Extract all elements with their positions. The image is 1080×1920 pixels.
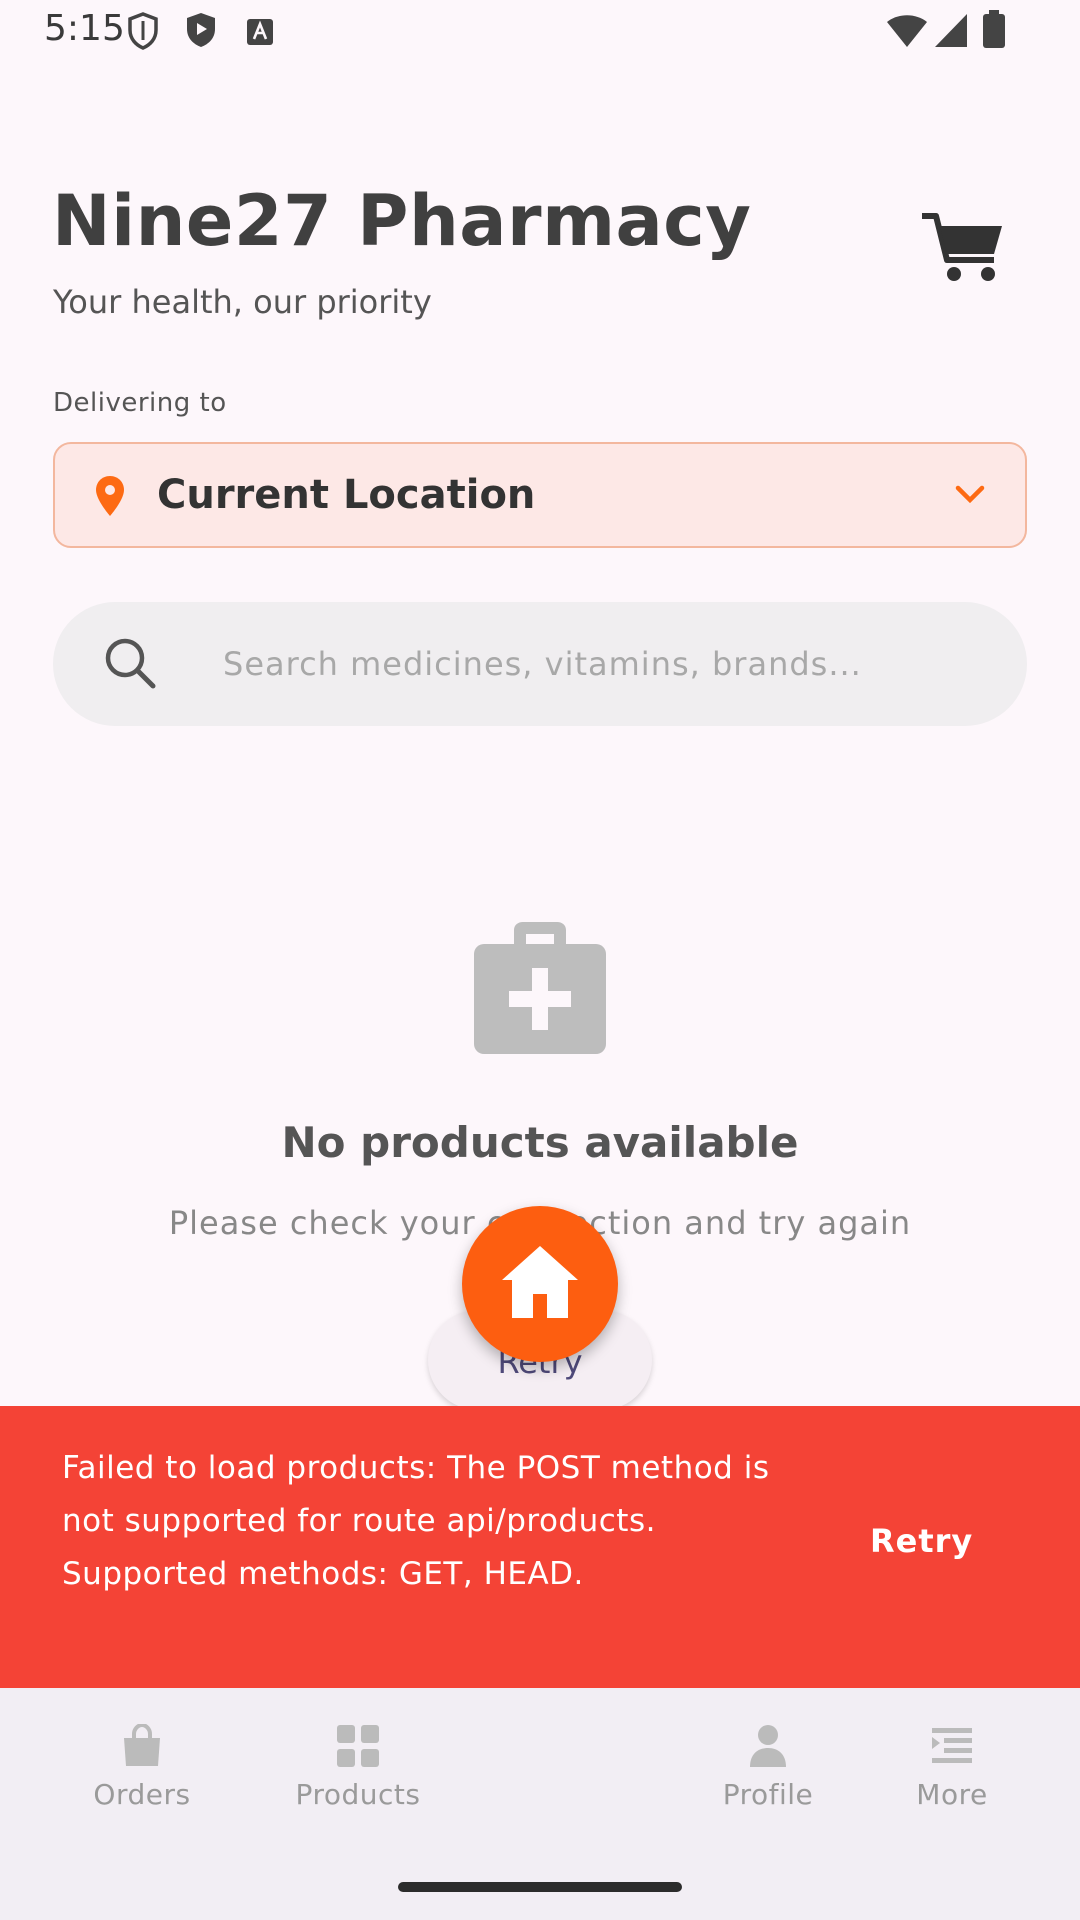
nav-item-orders[interactable]: Orders — [52, 1724, 232, 1811]
shield-outline-icon — [128, 12, 158, 50]
empty-state-title: No products available — [281, 1118, 799, 1167]
search-input[interactable] — [223, 602, 983, 726]
bag-icon — [124, 1724, 160, 1766]
nav-label-more: More — [916, 1778, 988, 1811]
nav-item-products[interactable]: Products — [268, 1724, 448, 1811]
snackbar-message: Failed to load products: The POST method… — [62, 1450, 770, 1592]
nav-label-products: Products — [295, 1778, 421, 1811]
page-subtitle: Your health, our priority — [53, 283, 432, 321]
person-icon — [750, 1725, 786, 1767]
nav-label-orders: Orders — [93, 1778, 191, 1811]
search-icon — [105, 638, 156, 689]
nav-label-profile: Profile — [722, 1778, 814, 1811]
snackbar-retry-button[interactable]: Retry — [870, 1522, 973, 1560]
app-screen: 5:15 Nine27 Pharmacy Your health, our pr… — [0, 0, 1080, 1920]
error-snackbar: Failed to load products: The POST method… — [0, 1406, 1080, 1688]
gesture-home-indicator[interactable] — [398, 1882, 682, 1892]
keyboard-a-icon — [247, 19, 273, 45]
chevron-down-icon — [955, 485, 985, 504]
status-bar: 5:15 — [0, 0, 1080, 64]
shield-play-icon — [187, 13, 215, 47]
location-selector[interactable]: Current Location — [53, 442, 1027, 548]
cart-icon — [922, 213, 1002, 281]
battery-icon — [983, 10, 1005, 48]
home-icon — [502, 1246, 578, 1318]
nav-item-more[interactable]: More — [862, 1724, 1042, 1811]
search-bar[interactable] — [53, 602, 1027, 726]
page-title: Nine27 Pharmacy — [52, 180, 752, 262]
status-time: 5:15 — [44, 8, 125, 49]
location-value: Current Location — [157, 472, 536, 518]
grid-icon — [337, 1725, 379, 1767]
location-pin-icon — [96, 476, 124, 516]
signal-icon — [935, 14, 967, 47]
cart-button[interactable] — [920, 210, 1006, 286]
home-fab[interactable] — [462, 1206, 618, 1362]
nav-item-profile[interactable]: Profile — [678, 1724, 858, 1811]
delivering-label: Delivering to — [53, 388, 227, 418]
wifi-icon — [887, 15, 927, 47]
medical-kit-icon — [474, 922, 606, 1054]
menu-icon — [932, 1728, 972, 1763]
